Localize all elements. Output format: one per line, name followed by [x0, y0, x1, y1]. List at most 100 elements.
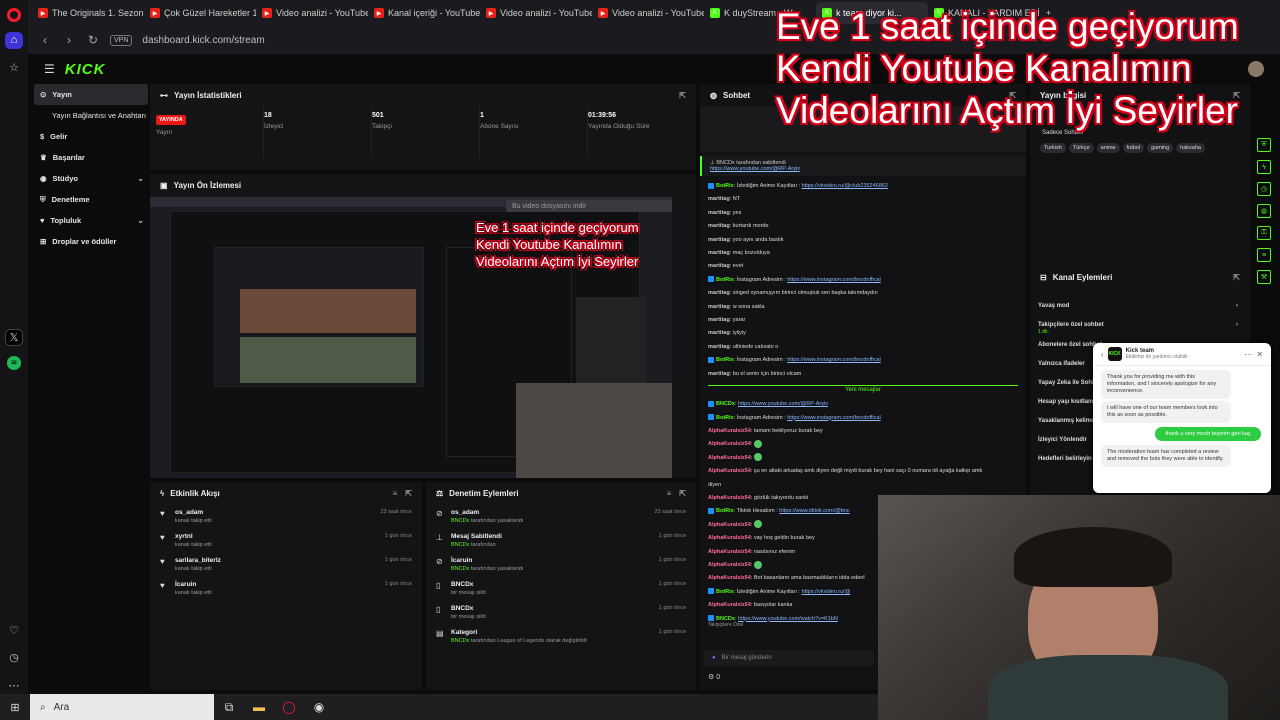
- home-icon[interactable]: ⌂: [5, 31, 23, 50]
- clock-icon[interactable]: ◷: [1257, 182, 1271, 196]
- nav-item-stream-key[interactable]: Yayın Bağlantısı ve Anahtarı: [34, 105, 148, 126]
- chat-username[interactable]: BNCDx: [716, 401, 735, 407]
- windows-start-icon[interactable]: ⊞: [0, 694, 30, 720]
- browser-tab[interactable]: ▶ Kanal içeriği - YouTube St: [368, 2, 480, 24]
- tag[interactable]: Turkish: [1040, 143, 1066, 153]
- spotify-icon[interactable]: ≋: [7, 356, 21, 370]
- tag[interactable]: Türkçe: [1068, 143, 1094, 153]
- nav-item-achievements[interactable]: ♛ Başarılar: [34, 147, 148, 168]
- avatar[interactable]: [1248, 61, 1264, 77]
- x-twitter-icon[interactable]: 𝕏: [5, 328, 23, 347]
- bolt-icon[interactable]: ϟ: [1257, 160, 1271, 174]
- more-icon[interactable]: ⋯: [5, 677, 23, 694]
- opera-icon[interactable]: ◯: [274, 694, 304, 720]
- reload-icon[interactable]: ↻: [86, 33, 100, 47]
- popout-icon[interactable]: ⇱: [679, 489, 686, 498]
- browser-tab[interactable]: ▶ Video analizi - YouTube St: [480, 2, 592, 24]
- nav-item-moderation[interactable]: ⛨ Denetleme: [34, 189, 148, 210]
- url-input[interactable]: dashboard.kick.com/stream: [142, 35, 264, 46]
- activity-user[interactable]: sarilara_biterlz: [175, 557, 221, 564]
- chat-username[interactable]: martitag: [708, 237, 730, 243]
- chat-username[interactable]: AlphaKuralsiz54: [708, 441, 751, 447]
- mod-target[interactable]: İcaruin: [451, 557, 523, 564]
- tag[interactable]: gaming: [1147, 143, 1174, 153]
- nav-item-studio[interactable]: ◉ Stüdyo ⌄: [34, 168, 148, 189]
- chat-link[interactable]: https://vkvideo.ru/@: [802, 589, 851, 595]
- browser-tab[interactable]: ▶ Çok Güzel Hareketler 141.: [144, 2, 256, 24]
- mod-target[interactable]: BNCDx: [451, 605, 486, 612]
- chat-username[interactable]: BNCDx: [716, 616, 735, 622]
- filter-icon[interactable]: ≡: [667, 489, 672, 498]
- activity-user[interactable]: os_adam: [175, 509, 212, 516]
- pinned-link[interactable]: https://www.youtube.com/@RP-Arşiv: [710, 166, 1018, 172]
- chat-username[interactable]: AlphaKuralsiz54: [708, 468, 751, 474]
- browser-tab[interactable]: ▶ Video analizi - YouTube St: [592, 2, 704, 24]
- chat-username[interactable]: martitag: [708, 330, 730, 336]
- chat-username[interactable]: BotRix: [716, 589, 734, 595]
- chat-username[interactable]: martitag: [708, 196, 730, 202]
- chat-username[interactable]: BotRix: [716, 415, 734, 421]
- mod-by[interactable]: BNCDx: [451, 542, 469, 548]
- list-icon[interactable]: ≡: [1257, 248, 1271, 262]
- chat-username[interactable]: AlphaKuralsiz54: [708, 535, 751, 541]
- shield-icon[interactable]: ⛨: [1257, 138, 1271, 152]
- menu-icon[interactable]: ☰: [44, 62, 55, 76]
- chat-username[interactable]: martitag: [708, 250, 730, 256]
- nav-item-drops[interactable]: ⊞ Droplar ve ödüller: [34, 231, 148, 252]
- download-tooltip[interactable]: Bu video dosyasını indir: [506, 200, 672, 212]
- chat-link[interactable]: https://www.instagram.com/bncdoffical: [787, 415, 880, 421]
- chat-username[interactable]: AlphaKuralsiz54: [708, 455, 751, 461]
- chat-username[interactable]: martitag: [708, 223, 730, 229]
- chat-username[interactable]: martitag: [708, 371, 730, 377]
- chat-link[interactable]: https://www.tiktok.com/@bnc: [779, 508, 849, 514]
- tag[interactable]: anime: [1096, 143, 1120, 153]
- chat-username[interactable]: AlphaKuralsiz54: [708, 522, 751, 528]
- browser-tab[interactable]: ▶ The Originals 1. Sezon 8. B: [32, 2, 144, 24]
- chat-username[interactable]: AlphaKuralsiz54: [708, 602, 751, 608]
- chat-username[interactable]: martitag: [708, 304, 730, 310]
- chat-username[interactable]: martitag: [708, 263, 730, 269]
- mod-target[interactable]: BNCDx: [451, 581, 486, 588]
- settings-icon[interactable]: ⚙: [708, 674, 716, 681]
- chat-link[interactable]: https://www.youtube.com/watch?v=K1bN: [738, 616, 838, 622]
- mod-by[interactable]: BNCDx: [451, 518, 469, 524]
- nav-item-community[interactable]: ♥ Topluluk ⌄: [34, 210, 148, 231]
- tag[interactable]: haksaha: [1176, 143, 1205, 153]
- chat-username[interactable]: AlphaKuralsiz54: [708, 575, 751, 581]
- mod-by[interactable]: BNCDx: [451, 638, 469, 644]
- chat-username[interactable]: BotRix: [716, 508, 734, 514]
- nav-item-revenue[interactable]: $ Gelir: [34, 126, 148, 147]
- chat-username[interactable]: BotRix: [716, 277, 734, 283]
- star-icon[interactable]: ☆: [5, 59, 23, 76]
- popout-icon[interactable]: ⇱: [679, 91, 686, 100]
- heart-icon[interactable]: ♡: [5, 622, 23, 639]
- chat-link[interactable]: https://www.youtube.com/@RP-Arşiv: [738, 401, 828, 407]
- chat-username[interactable]: AlphaKuralsiz54: [708, 562, 751, 568]
- popout-icon[interactable]: ⇱: [405, 489, 412, 498]
- popout-icon[interactable]: ⇱: [1233, 273, 1240, 282]
- history-icon[interactable]: ◷: [5, 649, 23, 666]
- task-view-icon[interactable]: ⧉: [214, 694, 244, 720]
- chat-username[interactable]: AlphaKuralsiz54: [708, 428, 751, 434]
- more-icon[interactable]: ⋯: [1244, 350, 1252, 359]
- key-icon[interactable]: ⚿: [1257, 226, 1271, 240]
- back-icon[interactable]: ‹: [38, 33, 52, 47]
- chat-username[interactable]: AlphaKuralsiz54: [708, 549, 751, 555]
- taskbar-search[interactable]: ⌕ Ara: [30, 694, 214, 720]
- close-icon[interactable]: ✕: [1256, 350, 1263, 359]
- filter-icon[interactable]: ≡: [393, 489, 398, 498]
- activity-user[interactable]: İcaruin: [175, 581, 212, 588]
- tag[interactable]: futbol: [1122, 143, 1145, 153]
- chat-link[interactable]: https://www.instagram.com/bncdoffical: [787, 277, 880, 283]
- chat-username[interactable]: martitag: [708, 210, 730, 216]
- mod-by[interactable]: BNCDx: [451, 566, 469, 572]
- opera-logo-icon[interactable]: [7, 8, 21, 22]
- chat-username[interactable]: BotRix: [716, 357, 734, 363]
- back-icon[interactable]: ‹: [1101, 350, 1104, 359]
- chat-username[interactable]: BotRix: [716, 183, 734, 189]
- obs-icon[interactable]: ◉: [304, 694, 334, 720]
- chat-input[interactable]: ● Bir mesaj gönderin: [704, 650, 874, 666]
- kick-logo[interactable]: KICK: [65, 61, 106, 78]
- mod-target[interactable]: os_adam: [451, 509, 523, 516]
- browser-tab[interactable]: ▶ Video analizi - YouTube St: [256, 2, 368, 24]
